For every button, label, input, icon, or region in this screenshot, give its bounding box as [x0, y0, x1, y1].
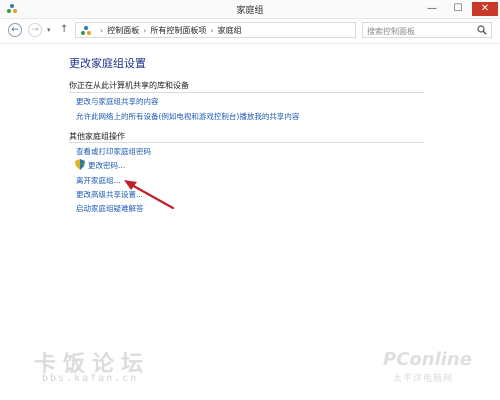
forum-watermark-url: bbs.kafan.cn: [42, 373, 139, 384]
pconline-watermark-logo: PConline: [383, 349, 472, 370]
pconline-watermark-subtitle: 太平洋电脑网: [393, 374, 454, 384]
annotation-arrow: [124, 180, 175, 210]
